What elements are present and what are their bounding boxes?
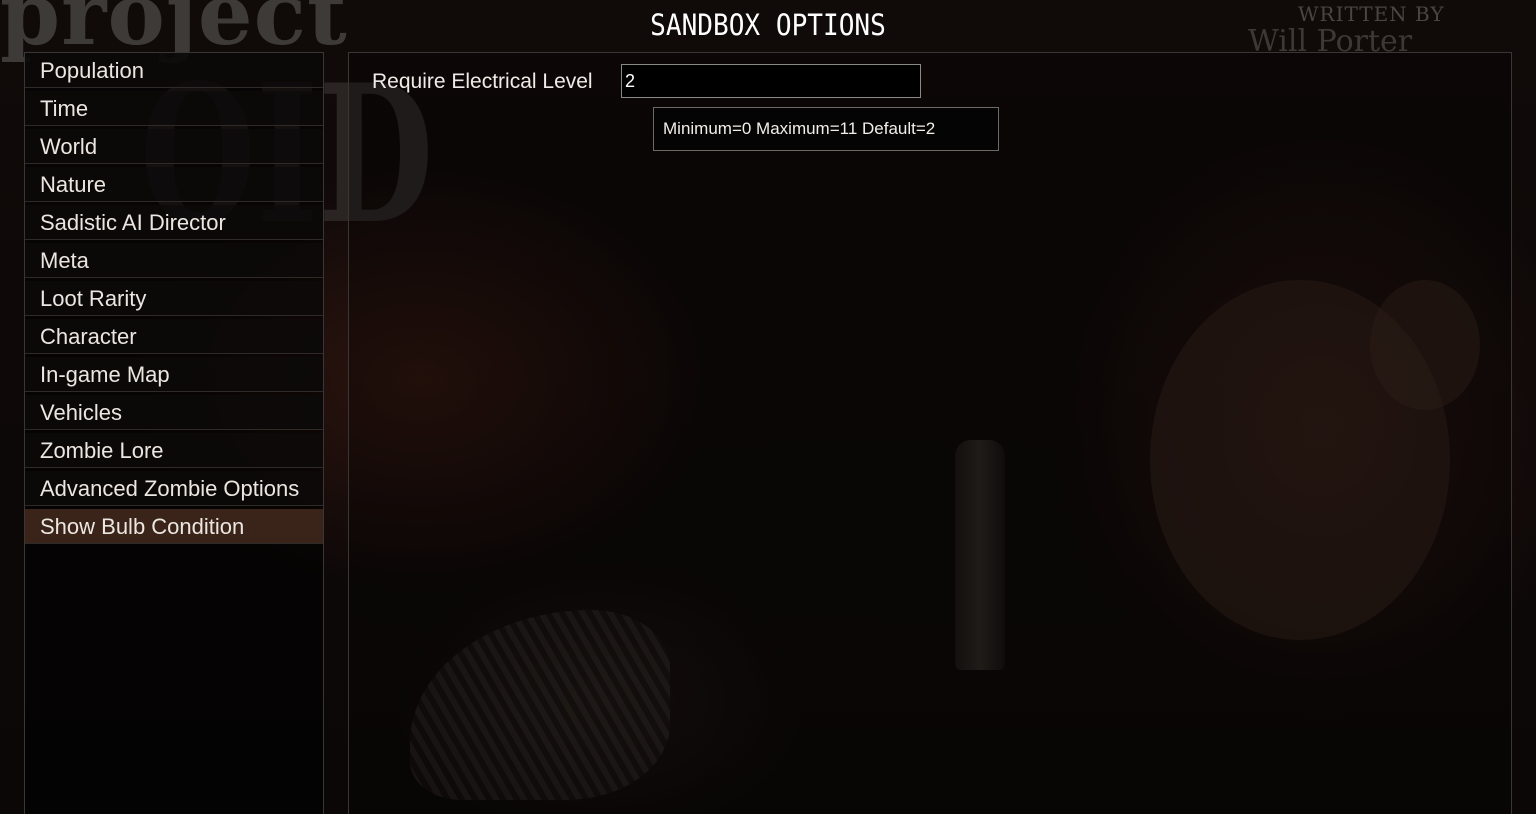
sidebar-item-meta[interactable]: Meta — [25, 243, 323, 278]
sidebar-item-zombie-lore[interactable]: Zombie Lore — [25, 433, 323, 468]
sidebar-item-world[interactable]: World — [25, 129, 323, 164]
sidebar-item-advanced-zombie-options[interactable]: Advanced Zombie Options — [25, 471, 323, 506]
options-panel: Require Electrical Level Minimum=0 Maxim… — [348, 52, 1512, 814]
sidebar-item-nature[interactable]: Nature — [25, 167, 323, 202]
require-electrical-level-label: Require Electrical Level — [372, 70, 593, 93]
sidebar-item-character[interactable]: Character — [25, 319, 323, 354]
sidebar-item-population[interactable]: Population — [25, 53, 323, 88]
require-electrical-level-input[interactable] — [621, 64, 921, 98]
sidebar-item-show-bulb-condition[interactable]: Show Bulb Condition — [25, 509, 323, 544]
sidebar-item-vehicles[interactable]: Vehicles — [25, 395, 323, 430]
sidebar-item-sadistic-ai-director[interactable]: Sadistic AI Director — [25, 205, 323, 240]
page-title: SANDBOX OPTIONS — [650, 8, 886, 42]
sidebar-item-loot-rarity[interactable]: Loot Rarity — [25, 281, 323, 316]
option-tooltip: Minimum=0 Maximum=11 Default=2 — [653, 107, 999, 151]
sidebar-item-time[interactable]: Time — [25, 91, 323, 126]
sidebar-item-in-game-map[interactable]: In-game Map — [25, 357, 323, 392]
category-sidebar: Population Time World Nature Sadistic AI… — [24, 52, 324, 814]
